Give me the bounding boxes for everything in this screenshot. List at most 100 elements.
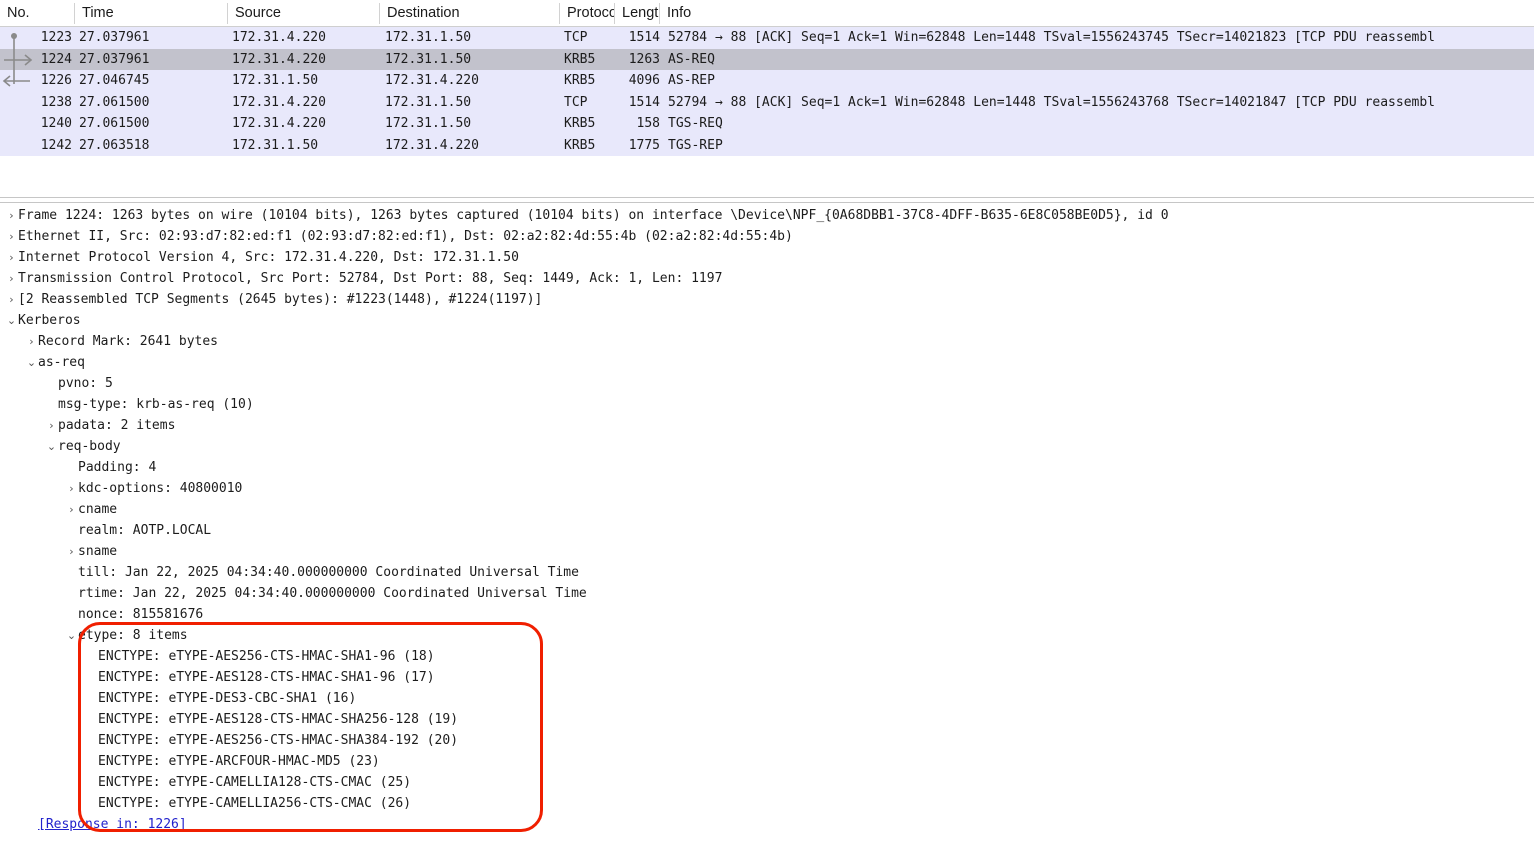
chevron-right-icon[interactable]: ›	[25, 331, 38, 352]
tree-item[interactable]: ENCTYPE: eTYPE-CAMELLIA256-CTS-CMAC (26)	[0, 793, 1534, 814]
cell-info: 52784 → 88 [ACK] Seq=1 Ack=1 Win=62848 L…	[668, 30, 1436, 45]
tree-item[interactable]: › Transmission Control Protocol, Src Port…	[0, 268, 1534, 289]
chevron-right-icon[interactable]: ›	[65, 478, 78, 499]
tree-item[interactable]: ENCTYPE: eTYPE-ARCFOUR-HMAC-MD5 (23)	[0, 751, 1534, 772]
tree-item[interactable]: ENCTYPE: eTYPE-AES128-CTS-HMAC-SHA256-12…	[0, 709, 1534, 730]
chevron-right-icon[interactable]: ›	[5, 205, 18, 226]
cell-time: 27.037961	[79, 30, 150, 45]
tree-item-label: as-req	[38, 355, 85, 370]
tree-item[interactable]: ⌄ req-body	[0, 436, 1534, 457]
cell-len: 4096	[628, 73, 660, 88]
chevron-right-icon[interactable]: ›	[65, 499, 78, 520]
tree-item[interactable]: ENCTYPE: eTYPE-CAMELLIA128-CTS-CMAC (25)	[0, 772, 1534, 793]
tree-item-label: Record Mark: 2641 bytes	[38, 334, 219, 349]
chevron-down-icon[interactable]: ⌄	[25, 352, 38, 373]
tree-item[interactable]: › cname	[0, 499, 1534, 520]
cell-time: 27.037961	[79, 51, 150, 67]
tree-item-label: till: Jan 22, 2025 04:34:40.000000000 Co…	[78, 565, 579, 580]
cell-no: 1238	[40, 94, 72, 110]
chevron-right-icon[interactable]: ›	[5, 247, 18, 268]
pane-splitter[interactable]	[0, 197, 1534, 203]
tree-item[interactable]: msg-type: krb-as-req (10)	[0, 394, 1534, 415]
chevron-down-icon[interactable]: ⌄	[5, 310, 18, 331]
tree-item[interactable]: ⌄ as-req	[0, 352, 1534, 373]
response-link[interactable]: [Response in: 1226]	[38, 814, 187, 835]
packet-list-pane[interactable]: No. Time Source Destination Protocol Lengtl In…	[0, 0, 1534, 190]
column-header-src[interactable]: Source	[228, 0, 380, 27]
cell-no: 1226	[40, 73, 72, 88]
tree-item[interactable]: realm: AOTP.LOCAL	[0, 520, 1534, 541]
tree-item-label: cname	[78, 502, 118, 517]
table-row[interactable]: 1238 27.061500 172.31.4.220 172.31.1.50 TCP 1…	[0, 91, 1534, 113]
chevron-right-icon[interactable]: ›	[5, 226, 18, 247]
chevron-right-icon[interactable]: ›	[45, 415, 58, 436]
tree-item-label: Internet Protocol Version 4, Src: 172.31…	[18, 250, 519, 265]
tree-item[interactable]: › sname	[0, 541, 1534, 562]
tree-item[interactable]: rtime: Jan 22, 2025 04:34:40.000000000 C…	[0, 583, 1534, 604]
tree-item[interactable]: ENCTYPE: eTYPE-DES3-CBC-SHA1 (16)	[0, 688, 1534, 709]
cell-proto: KRB5	[564, 51, 596, 67]
cell-src: 172.31.4.220	[232, 94, 326, 110]
tree-item-label: Frame 1224: 1263 bytes on wire (10104 bi…	[18, 208, 1169, 223]
column-header-no[interactable]: No.	[0, 0, 75, 27]
tree-item[interactable]: ⌄ Kerberos	[0, 310, 1534, 331]
cell-proto: TCP	[564, 30, 588, 45]
table-row[interactable]: 1242 27.063518 172.31.1.50 172.31.4.220 KRB5…	[0, 134, 1534, 156]
cell-src: 172.31.4.220	[232, 51, 326, 67]
tree-item-label: Kerberos	[18, 313, 81, 328]
tree-item[interactable]: › kdc-options: 40800010	[0, 478, 1534, 499]
column-header-proto[interactable]: Protocol	[560, 0, 615, 27]
tree-item[interactable]: › [2 Reassembled TCP Segments (2645 bytes…	[0, 289, 1534, 310]
cell-info: AS-REP	[668, 73, 715, 88]
tree-item[interactable]: nonce: 815581676	[0, 604, 1534, 625]
packet-detail-pane[interactable]: › Frame 1224: 1263 bytes on wire (10104 b…	[0, 205, 1534, 860]
cell-time: 27.061500	[79, 116, 150, 131]
table-row[interactable]: 1224 27.037961 172.31.4.220 172.31.1.50 KRB5…	[0, 48, 1534, 71]
chevron-right-icon[interactable]: ›	[65, 541, 78, 562]
tree-item[interactable]: › Internet Protocol Version 4, Src: 172.3…	[0, 247, 1534, 268]
packet-list-rows[interactable]: 1223 27.037961 172.31.4.220 172.31.1.50 TCP 1…	[0, 27, 1534, 156]
cell-info: TGS-REP	[668, 137, 723, 153]
table-row[interactable]: 1226 27.046745 172.31.1.50 172.31.4.220 KRB5…	[0, 70, 1534, 92]
tree-item[interactable]: ENCTYPE: eTYPE-AES128-CTS-HMAC-SHA1-96 (…	[0, 667, 1534, 688]
tree-item[interactable]: › padata: 2 items	[0, 415, 1534, 436]
tree-item[interactable]: › Ethernet II, Src: 02:93:d7:82:ed:f1 (02…	[0, 226, 1534, 247]
chevron-right-icon[interactable]: ›	[5, 289, 18, 310]
chevron-down-icon[interactable]: ⌄	[45, 436, 58, 457]
tree-item[interactable]: [Response in: 1226]	[0, 814, 1534, 835]
table-row[interactable]: 1240 27.061500 172.31.4.220 172.31.1.50 KRB5…	[0, 113, 1534, 135]
tree-item[interactable]: ENCTYPE: eTYPE-AES256-CTS-HMAC-SHA1-96 (…	[0, 646, 1534, 667]
column-header-time[interactable]: Time	[75, 0, 228, 27]
packet-list-header[interactable]: No. Time Source Destination Protocol Lengtl In…	[0, 0, 1534, 27]
cell-len: 1775	[628, 137, 660, 153]
tree-item-label: ENCTYPE: eTYPE-AES128-CTS-HMAC-SHA1-96 (…	[98, 670, 435, 685]
tree-item[interactable]: pvno: 5	[0, 373, 1534, 394]
cell-dst: 172.31.1.50	[385, 51, 472, 67]
tree-item-label: nonce: 815581676	[78, 607, 204, 622]
table-row[interactable]: 1223 27.037961 172.31.4.220 172.31.1.50 TCP 1…	[0, 27, 1534, 49]
chevron-down-icon[interactable]: ⌄	[65, 625, 78, 646]
tree-item-label: ENCTYPE: eTYPE-AES256-CTS-HMAC-SHA1-96 (…	[98, 649, 435, 664]
tree-item[interactable]: Padding: 4	[0, 457, 1534, 478]
cell-dst: 172.31.4.220	[385, 137, 479, 153]
column-header-info[interactable]: Info	[660, 0, 1534, 27]
tree-item[interactable]: till: Jan 22, 2025 04:34:40.000000000 Co…	[0, 562, 1534, 583]
column-header-len[interactable]: Lengtl	[615, 0, 660, 27]
chevron-right-icon[interactable]: ›	[5, 268, 18, 289]
cell-src: 172.31.4.220	[232, 116, 326, 131]
column-header-dst[interactable]: Destination	[380, 0, 560, 27]
cell-proto: KRB5	[564, 116, 596, 131]
tree-item[interactable]: ENCTYPE: eTYPE-AES256-CTS-HMAC-SHA384-19…	[0, 730, 1534, 751]
tree-item[interactable]: › Record Mark: 2641 bytes	[0, 331, 1534, 352]
tree-item[interactable]: ⌄ etype: 8 items	[0, 625, 1534, 646]
tree-item[interactable]: › Frame 1224: 1263 bytes on wire (10104 b…	[0, 205, 1534, 226]
